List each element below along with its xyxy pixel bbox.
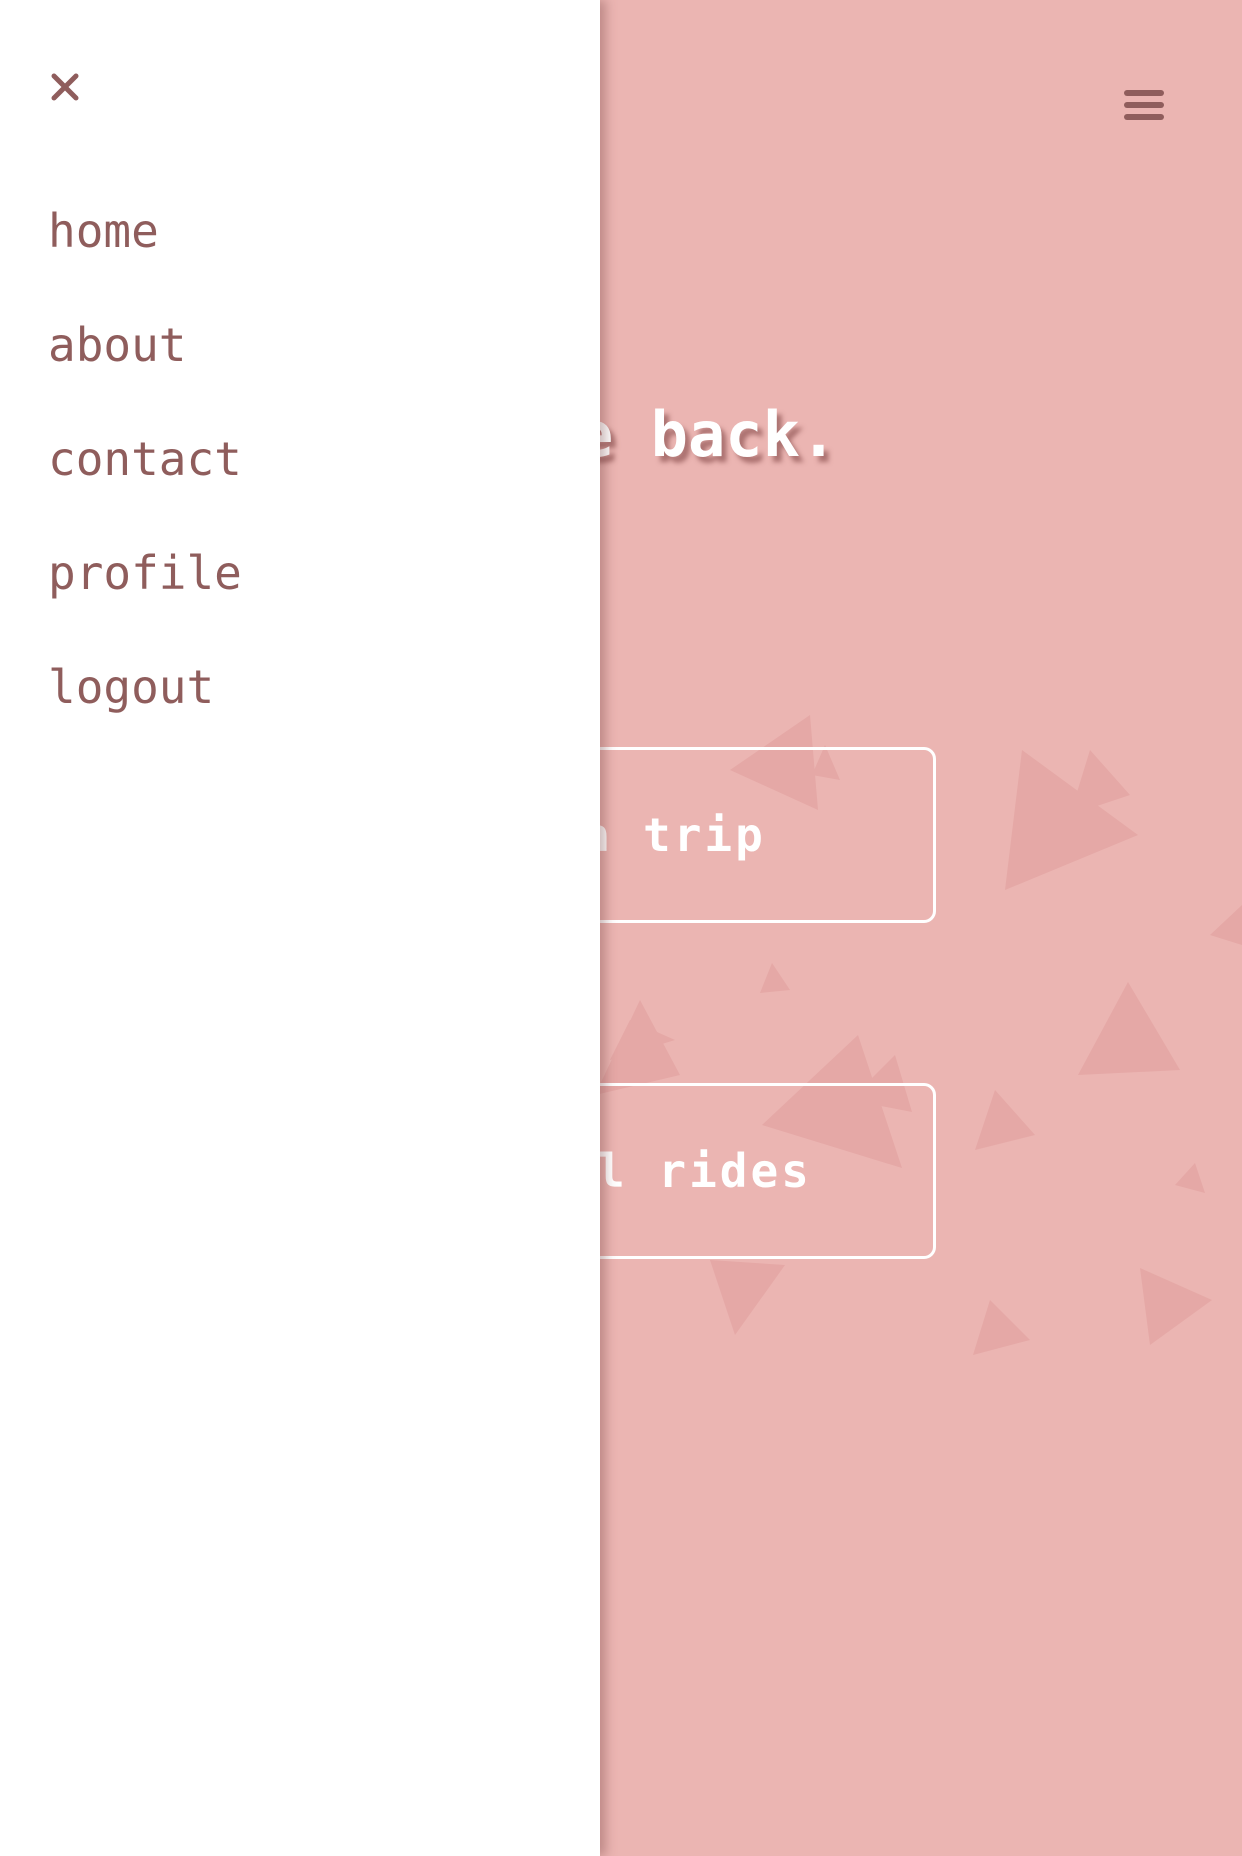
nav-item-logout[interactable]: logout <box>48 652 242 766</box>
drawer-nav: home about contact profile logout <box>48 196 242 766</box>
hamburger-menu-icon[interactable] <box>1120 84 1168 128</box>
menu-bar <box>1124 114 1164 120</box>
close-icon-glyph <box>51 73 79 101</box>
close-icon[interactable] <box>40 62 90 112</box>
nav-item-profile[interactable]: profile <box>48 538 242 652</box>
nav-item-about[interactable]: about <box>48 310 242 424</box>
menu-bar <box>1124 90 1164 96</box>
nav-item-contact[interactable]: contact <box>48 424 242 538</box>
menu-bar <box>1124 102 1164 108</box>
nav-item-home[interactable]: home <box>48 196 242 310</box>
side-drawer: home about contact profile logout <box>0 0 600 1856</box>
